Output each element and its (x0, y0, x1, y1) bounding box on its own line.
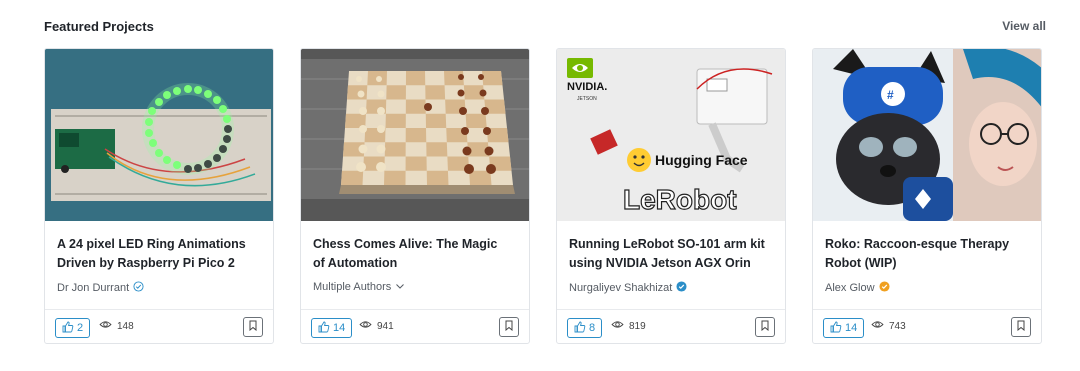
project-title[interactable]: Running LeRobot SO-101 arm kit using NVI… (569, 235, 775, 273)
project-grid: A 24 pixel LED Ring Animations Driven by… (44, 48, 1042, 344)
chessboard-square (482, 71, 503, 86)
chessboard-square (425, 113, 447, 128)
chessboard-square (405, 156, 427, 171)
thumbs-up-icon (62, 321, 74, 336)
project-author[interactable]: Dr Jon Durrant (57, 281, 144, 295)
chessboard-square (405, 128, 427, 143)
like-button[interactable]: 2 (55, 318, 91, 338)
bookmark-button[interactable] (755, 317, 775, 337)
thumb-sub-text: JETSON (577, 96, 597, 102)
like-count: 14 (333, 322, 346, 334)
project-title[interactable]: Roko: Raccoon-esque Therapy Robot (WIP) (825, 235, 1031, 273)
project-author[interactable]: Multiple Authors (313, 281, 405, 293)
bookmark-icon (504, 318, 514, 336)
chessboard-square (341, 170, 364, 185)
card-footer: 8 819 (557, 309, 785, 343)
view-count: 743 (871, 320, 906, 332)
bookmark-icon (1016, 318, 1026, 336)
chevron-down-icon[interactable] (395, 281, 405, 293)
project-thumbnail-roko[interactable]: # (813, 49, 1041, 221)
bookmark-button[interactable] (243, 317, 263, 337)
card-footer: 14 941 (301, 309, 529, 343)
card-footer: 14 743 (813, 309, 1041, 343)
project-author[interactable]: Alex Glow (825, 281, 890, 295)
chessboard-square (425, 85, 446, 100)
eye-icon (359, 320, 372, 332)
bookmark-icon (248, 318, 258, 336)
like-count: 8 (589, 322, 596, 334)
project-card[interactable]: Chess Comes Alive: The Magic of Automati… (300, 48, 530, 344)
chessboard-square (426, 142, 448, 157)
eye-icon (611, 320, 624, 332)
chessboard-square (405, 71, 426, 86)
thumb-lerobot-text: LeRobot (623, 184, 737, 215)
like-button[interactable]: 14 (311, 318, 353, 338)
like-count: 2 (77, 322, 84, 334)
thumbs-up-icon (830, 321, 842, 336)
chessboard-square (405, 99, 426, 114)
eye-icon (871, 320, 884, 332)
thumbs-up-icon (574, 321, 586, 336)
chessboard-square (385, 113, 406, 128)
project-author[interactable]: Nurgaliyev Shakhizat (569, 281, 687, 295)
verified-outline-icon (133, 281, 144, 295)
eye-icon (99, 320, 112, 332)
like-button[interactable]: 14 (823, 318, 865, 338)
card-footer: 2 148 (45, 309, 273, 343)
verified-orange-icon (878, 281, 890, 295)
view-count: 148 (99, 320, 134, 332)
thumbs-up-icon (318, 321, 330, 336)
chessboard-square (465, 113, 487, 128)
view-all-link[interactable]: View all (1002, 19, 1046, 33)
project-card[interactable]: # Roko: Raccoon-esque Therapy Robot (WIP… (812, 48, 1042, 344)
project-thumbnail-led-ring[interactable] (45, 49, 273, 221)
view-count: 819 (611, 320, 646, 332)
project-thumbnail-chess[interactable] (301, 49, 529, 221)
like-button[interactable]: 8 (567, 318, 603, 338)
bookmark-icon (760, 318, 770, 336)
project-card[interactable]: NVIDIA. JETSON Hugging Face LeRobot Runn… (556, 48, 786, 344)
bookmark-button[interactable] (1011, 317, 1031, 337)
chessboard-square (384, 142, 406, 157)
section-title: Featured Projects (44, 18, 154, 34)
chessboard-square (426, 170, 449, 185)
view-count: 941 (359, 320, 394, 332)
thumb-brand-text: NVIDIA. (567, 81, 607, 93)
project-thumbnail-lerobot[interactable]: NVIDIA. JETSON Hugging Face LeRobot (557, 49, 785, 221)
project-title[interactable]: Chess Comes Alive: The Magic of Automati… (313, 235, 519, 273)
section-header: Featured Projects View all (44, 16, 1046, 36)
chessboard-square (347, 85, 368, 100)
project-card[interactable]: A 24 pixel LED Ring Animations Driven by… (44, 48, 274, 344)
project-title[interactable]: A 24 pixel LED Ring Animations Driven by… (57, 235, 263, 273)
verified-blue-icon (676, 281, 687, 295)
chessboard-square (386, 85, 406, 100)
svg-text:#: # (887, 88, 894, 102)
bookmark-button[interactable] (499, 317, 519, 337)
thumb-hf-text: Hugging Face (655, 152, 748, 168)
like-count: 14 (845, 322, 858, 334)
chessboard-square (384, 170, 406, 185)
